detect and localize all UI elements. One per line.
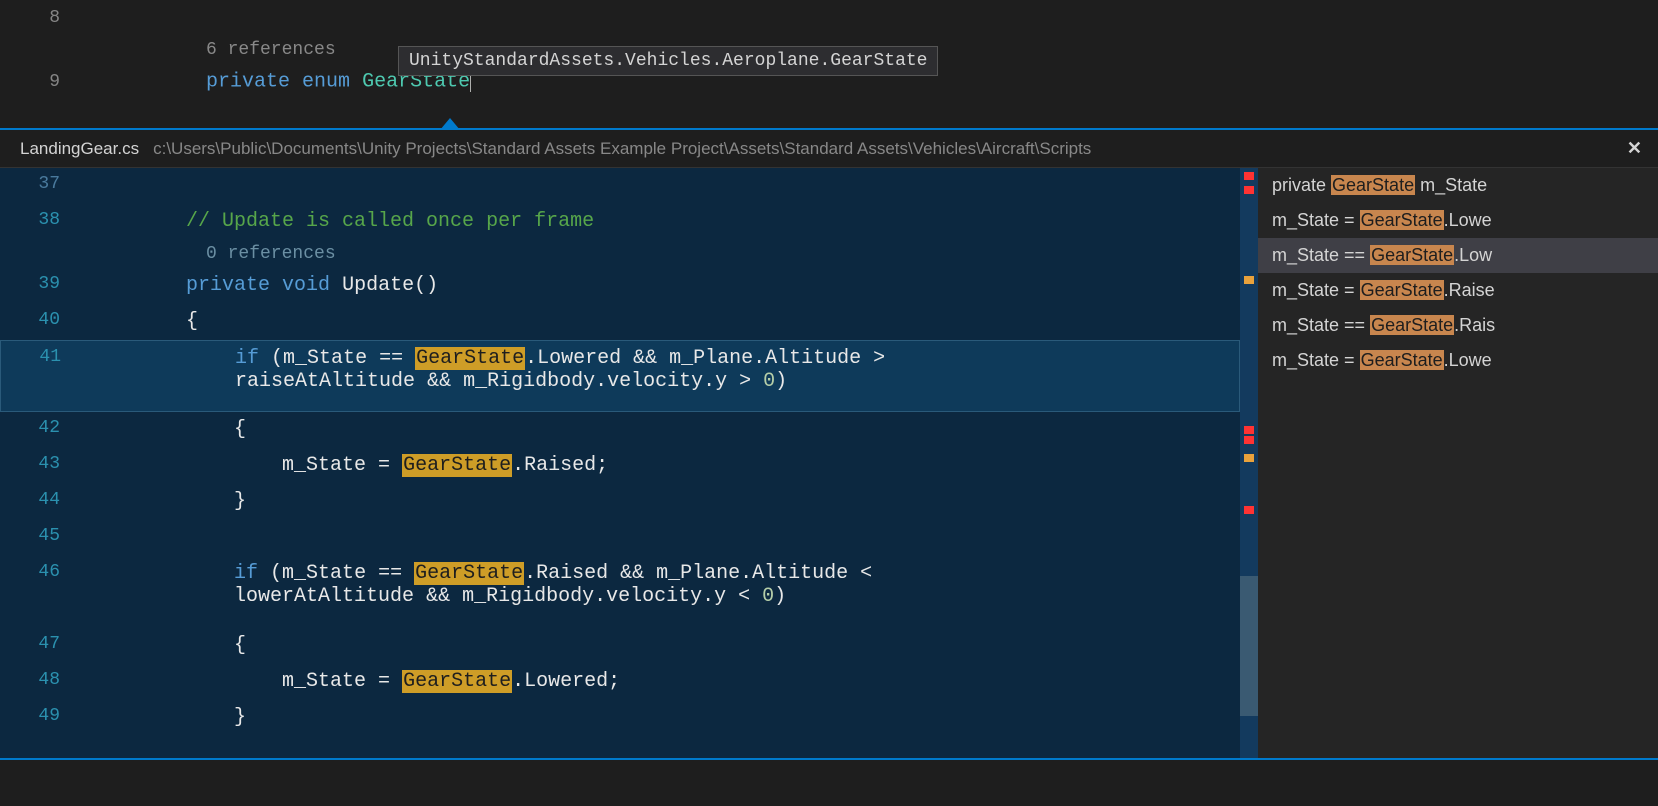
code-line-42: 42 { — [0, 412, 1240, 448]
pane-separator — [0, 758, 1658, 760]
reference-item[interactable]: m_State = GearState.Lowe — [1258, 203, 1658, 238]
peek-pointer-icon — [440, 118, 460, 130]
marker-error[interactable] — [1244, 426, 1254, 434]
code-line-44: 44 } — [0, 484, 1240, 520]
reference-item[interactable]: m_State = GearState.Lowe — [1258, 343, 1658, 378]
highlight-gearstate: GearState — [415, 347, 525, 370]
scrollbar[interactable] — [1240, 168, 1258, 758]
marker-error[interactable] — [1244, 436, 1254, 444]
highlight-gearstate: GearState — [402, 670, 512, 693]
highlight-gearstate: GearState — [402, 454, 512, 477]
code-line-48: 48 m_State = GearState.Lowered; — [0, 664, 1240, 700]
marker-error[interactable] — [1244, 506, 1254, 514]
code-line-47: 47 { — [0, 628, 1240, 664]
code-line-39: 39 private void Update() — [0, 268, 1240, 304]
marker-highlight[interactable] — [1244, 276, 1254, 284]
line-number: 8 — [0, 8, 90, 28]
code-line-40: 40 { — [0, 304, 1240, 340]
code-line-49: 49 } — [0, 700, 1240, 736]
reference-item-selected[interactable]: m_State == GearState.Low — [1258, 238, 1658, 273]
reference-item[interactable]: m_State = GearState.Raise — [1258, 273, 1658, 308]
peek-definition-pane: 37 38 // Update is called once per frame… — [0, 168, 1658, 758]
code-line-8: 8 — [0, 0, 1658, 36]
peek-editor[interactable]: 37 38 // Update is called once per frame… — [0, 168, 1240, 758]
peek-filepath: c:\Users\Public\Documents\Unity Projects… — [153, 139, 1091, 159]
code-line-37: 37 — [0, 168, 1240, 204]
references-list: private GearState m_State m_State = Gear… — [1258, 168, 1658, 758]
marker-highlight[interactable] — [1244, 454, 1254, 462]
peek-filename[interactable]: LandingGear.cs — [20, 139, 139, 159]
reference-item[interactable]: private GearState m_State — [1258, 168, 1658, 203]
scroll-thumb[interactable] — [1240, 576, 1258, 716]
hover-tooltip: UnityStandardAssets.Vehicles.Aeroplane.G… — [398, 46, 938, 76]
codelens-references[interactable]: 0 references — [0, 240, 1240, 268]
code-line-46: 46 if (m_State == GearState.Raised && m_… — [0, 556, 1240, 628]
code-line-43: 43 m_State = GearState.Raised; — [0, 448, 1240, 484]
close-icon[interactable]: ✕ — [1627, 138, 1642, 159]
top-editor-pane: 8 UnityStandardAssets.Vehicles.Aeroplane… — [0, 0, 1658, 128]
marker-error[interactable] — [1244, 172, 1254, 180]
code-line-45: 45 — [0, 520, 1240, 556]
line-number: 9 — [0, 72, 90, 92]
peek-file-header: LandingGear.cs c:\Users\Public\Documents… — [0, 130, 1658, 168]
code-line-41-highlighted[interactable]: 41 if (m_State == GearState.Lowered && m… — [0, 340, 1240, 412]
marker-error[interactable] — [1244, 186, 1254, 194]
code-line-38: 38 // Update is called once per frame — [0, 204, 1240, 240]
highlight-gearstate: GearState — [414, 562, 524, 585]
reference-item[interactable]: m_State == GearState.Rais — [1258, 308, 1658, 343]
